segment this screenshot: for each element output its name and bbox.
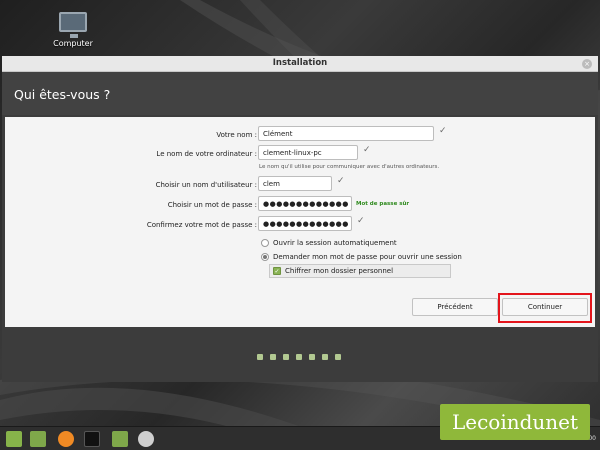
computer-name-hint: Le nom qu'il utilise pour communiquer av… (259, 164, 440, 170)
progress-step-dot (322, 354, 328, 360)
monitor-icon (59, 12, 87, 38)
auto-login-label[interactable]: Ouvrir la session automatiquement (273, 239, 397, 247)
progress-step-dot (296, 354, 302, 360)
computer-icon-label: Computer (53, 39, 93, 48)
terminal-icon[interactable] (84, 431, 100, 447)
password-strength-indicator: Mot de passe sûr (356, 201, 410, 207)
progress-step-dot (270, 354, 276, 360)
user-form-panel: Votre nom : Clément ✓ Le nom de votre or… (5, 117, 595, 327)
previous-button[interactable]: Précédent (412, 298, 498, 316)
files-icon[interactable] (112, 431, 128, 447)
progress-step-dot (257, 354, 263, 360)
menu-icon[interactable] (6, 431, 22, 447)
close-icon[interactable]: × (582, 59, 592, 69)
computer-desktop-icon[interactable]: Computer (50, 10, 96, 48)
password-input[interactable]: ●●●●●●●●●●●●● (258, 196, 352, 211)
firefox-icon[interactable] (58, 431, 74, 447)
name-valid-check-icon: ✓ (439, 126, 447, 136)
installer-window: Installation × Qui êtes-vous ? Votre nom… (2, 56, 598, 382)
username-valid-check-icon: ✓ (337, 176, 345, 186)
computer-name-input[interactable]: clement-linux-pc (258, 145, 358, 160)
watermark-logo: Lecoindunet (440, 404, 590, 440)
progress-step-dot (335, 354, 341, 360)
computer-valid-check-icon: ✓ (363, 145, 371, 155)
username-input[interactable]: clem (258, 176, 332, 191)
window-title: Installation (272, 58, 328, 68)
computer-name-label: Le nom de votre ordinateur : (156, 150, 257, 158)
password-login-radio[interactable] (261, 253, 269, 261)
window-titlebar[interactable]: Installation × (2, 56, 598, 72)
folder-icon[interactable] (30, 431, 46, 447)
disc-icon[interactable] (138, 431, 154, 447)
confirm-password-label: Confirmez votre mot de passe : (146, 221, 257, 229)
progress-step-dot (309, 354, 315, 360)
name-label: Votre nom : (216, 131, 257, 139)
page-header: Qui êtes-vous ? (2, 72, 598, 115)
name-input[interactable]: Clément (258, 126, 434, 141)
auto-login-radio[interactable] (261, 239, 269, 247)
page-title: Qui êtes-vous ? (14, 87, 111, 102)
encrypt-home-label[interactable]: Chiffrer mon dossier personnel (285, 267, 393, 275)
continue-highlight-box (498, 293, 592, 323)
progress-step-dot (283, 354, 289, 360)
confirm-valid-check-icon: ✓ (357, 216, 365, 226)
encrypt-home-checkbox[interactable]: ✓ (273, 267, 281, 275)
password-login-label[interactable]: Demander mon mot de passe pour ouvrir un… (273, 253, 462, 261)
confirm-password-input[interactable]: ●●●●●●●●●●●●● (258, 216, 352, 231)
username-label: Choisir un nom d'utilisateur : (155, 181, 257, 189)
password-label: Choisir un mot de passe : (167, 201, 257, 209)
